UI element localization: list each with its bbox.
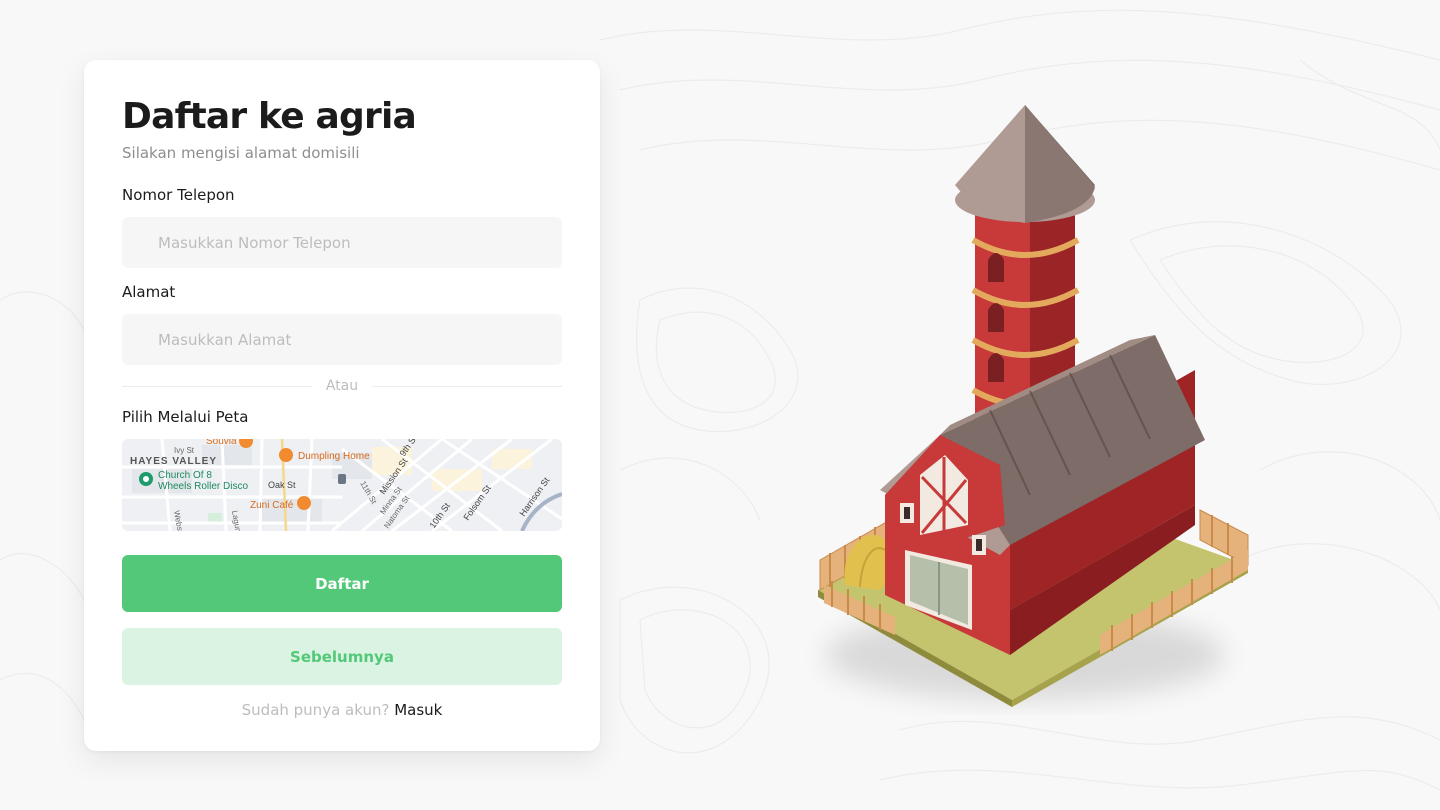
map-image: Souvla Dumpling Home HAYES VALLEY Church… (122, 439, 562, 531)
map-place-label: Wheels Roller Disco (158, 481, 248, 492)
register-button[interactable]: Daftar (122, 555, 562, 612)
map-street-label: Oak St (268, 480, 296, 490)
map-place-label: Dumpling Home (298, 451, 370, 462)
restaurant-pin-icon (279, 448, 293, 462)
login-prompt: Sudah punya akun? Masuk (84, 701, 600, 719)
transit-icon (338, 474, 346, 484)
restaurant-pin-icon (297, 496, 311, 510)
phone-label: Nomor Telepon (122, 186, 235, 204)
divider-line-right (372, 386, 562, 387)
map-place-label: Souvla (206, 439, 237, 447)
map-picker[interactable]: Souvla Dumpling Home HAYES VALLEY Church… (122, 439, 562, 531)
barn-illustration (818, 105, 1249, 707)
page-subtitle: Silakan mengisi alamat domisili (122, 144, 360, 162)
map-place-label: Zuni Café (250, 500, 294, 511)
address-input[interactable] (122, 314, 562, 365)
map-street-label: Ivy St (174, 446, 195, 455)
phone-input[interactable] (122, 217, 562, 268)
or-divider: Atau (122, 376, 562, 396)
login-prompt-text: Sudah punya akun? (241, 701, 390, 719)
map-district-label: HAYES VALLEY (130, 456, 217, 467)
page-title: Daftar ke agria (122, 96, 417, 137)
register-card: Daftar ke agria Silakan mengisi alamat d… (84, 60, 600, 751)
address-label: Alamat (122, 283, 176, 301)
map-place-label: Church Of 8 (158, 470, 212, 481)
login-link[interactable]: Masuk (394, 701, 442, 719)
map-label: Pilih Melalui Peta (122, 408, 249, 426)
previous-button[interactable]: Sebelumnya (122, 628, 562, 685)
